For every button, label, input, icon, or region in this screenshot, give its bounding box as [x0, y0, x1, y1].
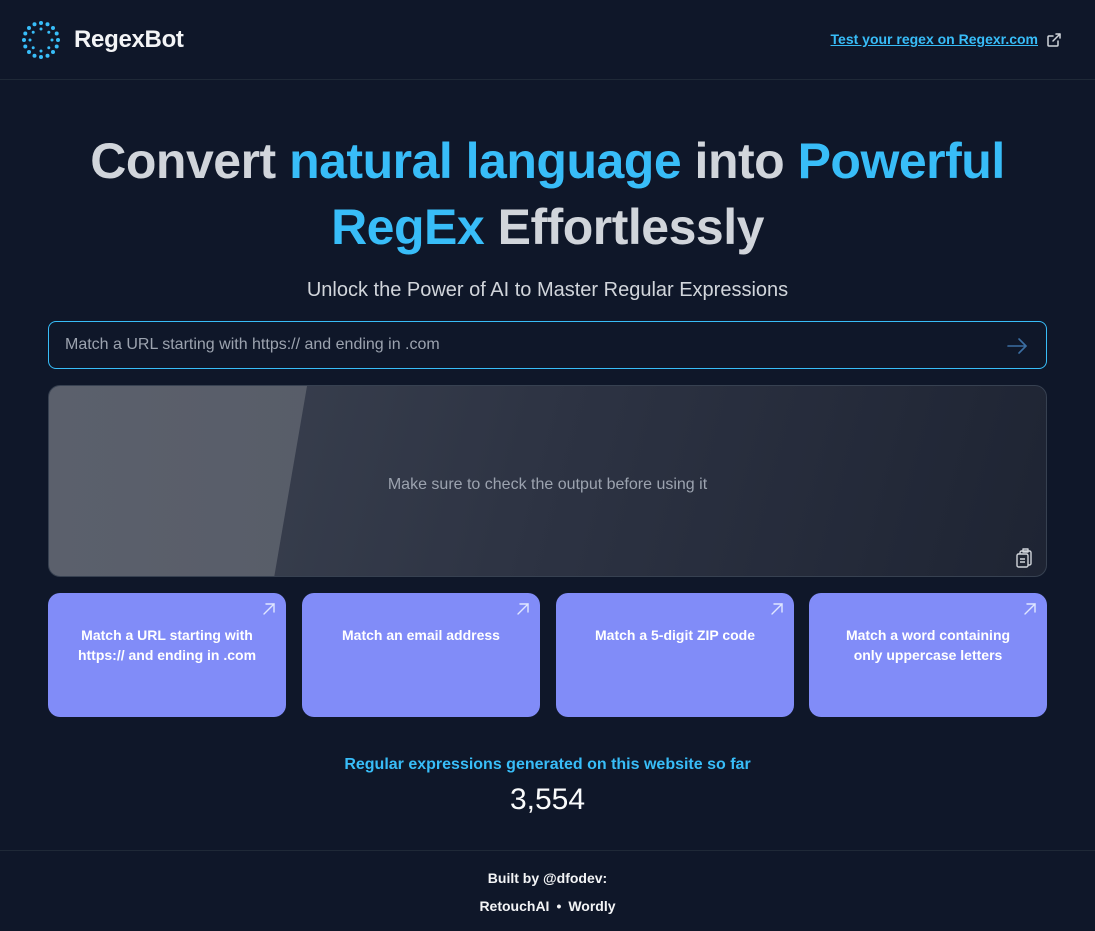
arrow-up-right-icon	[1024, 603, 1036, 615]
hero-title-part: Convert	[90, 133, 290, 189]
example-card-label: Match a word containing only uppercase l…	[845, 627, 1011, 663]
stats-label: Regular expressions generated on this we…	[344, 756, 751, 773]
prompt-box	[48, 321, 1047, 369]
arrow-up-right-icon	[771, 603, 783, 615]
hero-title-part: Effortlessly	[484, 199, 765, 255]
site-footer: Built by @dfodev: RetouchAI • Wordly	[0, 850, 1095, 931]
example-card[interactable]: Match a URL starting with https:// and e…	[48, 593, 286, 717]
example-card-label: Match an email address	[342, 627, 500, 643]
hero-title-highlight: Powerful	[797, 133, 1006, 189]
hero-subtitle: Unlock the Power of AI to Master Regular…	[306, 279, 789, 301]
footer-links: RetouchAI • Wordly	[0, 898, 1095, 914]
hero-title: Convert natural language into Powerful R…	[60, 128, 1035, 260]
example-card[interactable]: Match a 5-digit ZIP code	[556, 593, 794, 717]
example-card[interactable]: Match a word containing only uppercase l…	[809, 593, 1047, 717]
hero-title-part: into	[681, 133, 798, 189]
logo-icon[interactable]	[21, 20, 61, 60]
external-link-icon[interactable]	[1046, 32, 1062, 48]
output-message: Make sure to check the output before usi…	[387, 476, 708, 493]
hero-title-highlight: natural language	[289, 133, 682, 189]
site-header: RegexBot Test your regex on Regexr.com	[0, 0, 1095, 80]
built-by-text: Built by @dfodev:	[487, 870, 608, 886]
regexr-link[interactable]: Test your regex on Regexr.com	[831, 31, 1038, 47]
example-card-label: Match a URL starting with https:// and e…	[77, 627, 257, 663]
arrow-up-right-icon	[517, 603, 529, 615]
stats-count: 3,554	[509, 783, 586, 816]
hero-title-highlight: RegEx	[331, 199, 485, 255]
footer-separator: •	[556, 898, 562, 914]
clipboard-icon[interactable]	[1014, 546, 1036, 568]
footer-link-retouchai[interactable]: RetouchAI	[479, 898, 549, 914]
arrow-right-icon[interactable]	[1006, 335, 1028, 357]
prompt-input[interactable]	[65, 322, 985, 368]
example-card-label: Match a 5-digit ZIP code	[595, 627, 755, 643]
brand-name[interactable]: RegexBot	[74, 26, 184, 54]
example-card[interactable]: Match an email address	[302, 593, 540, 717]
regex-output-panel: Make sure to check the output before usi…	[48, 385, 1047, 577]
footer-link-wordly[interactable]: Wordly	[568, 898, 615, 914]
arrow-up-right-icon	[263, 603, 275, 615]
